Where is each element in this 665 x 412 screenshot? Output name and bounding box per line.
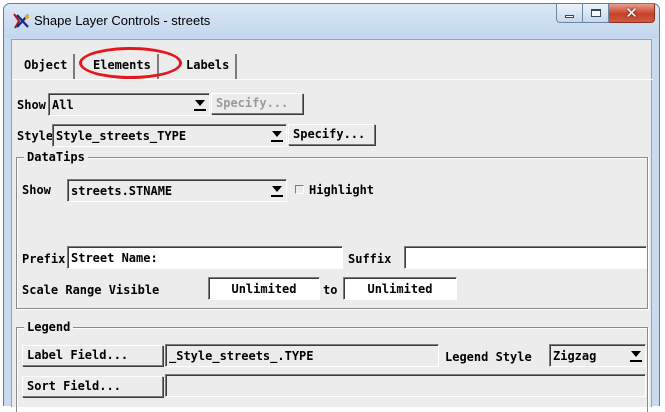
app-icon: [13, 13, 29, 29]
chevron-down-icon: [194, 97, 207, 112]
prefix-label: Prefix: [22, 252, 66, 266]
chevron-down-icon: [271, 183, 284, 198]
sort-field-button[interactable]: Sort Field...: [22, 376, 163, 397]
scale-range-label: Scale Range Visible: [22, 283, 160, 297]
style-specify-button[interactable]: Specify...: [288, 124, 375, 145]
style-value: Style_streets_TYPE: [56, 129, 187, 143]
scale-max-input[interactable]: Unlimited: [343, 277, 457, 300]
legend-title: Legend: [24, 320, 74, 334]
suffix-label: Suffix: [348, 252, 392, 266]
legend-style-dropdown[interactable]: Zigzag: [549, 344, 646, 367]
show-dropdown[interactable]: All: [48, 93, 210, 116]
tab-elements[interactable]: Elements: [87, 54, 159, 79]
maximize-button[interactable]: [583, 4, 609, 23]
style-dropdown[interactable]: Style_streets_TYPE: [52, 124, 287, 147]
scale-min-input[interactable]: Unlimited: [208, 277, 320, 300]
datatips-title: DataTips: [24, 150, 88, 164]
close-icon: ✕: [625, 3, 638, 22]
window-title: Shape Layer Controls - streets: [34, 13, 211, 28]
legend-group: [16, 327, 648, 412]
title-bar[interactable]: Shape Layer Controls - streets ✕: [4, 4, 659, 38]
style-label: Style: [17, 129, 54, 143]
tab-divider: [12, 79, 653, 80]
client-area: Object Elements Labels Show All Specify.…: [11, 39, 653, 412]
legend-style-label: Legend Style: [445, 350, 532, 364]
minimize-icon: [565, 15, 574, 18]
label-field-value: _Style_streets_.TYPE: [165, 344, 439, 367]
maximize-icon: [590, 9, 601, 17]
show-label: Show: [17, 98, 46, 112]
tab-labels[interactable]: Labels: [180, 54, 238, 79]
minimize-button[interactable]: [556, 4, 583, 23]
shape-layer-controls-window: Shape Layer Controls - streets ✕ Object …: [3, 3, 660, 412]
prefix-input[interactable]: Street Name:: [67, 246, 343, 269]
label-field-button[interactable]: Label Field...: [22, 345, 163, 366]
show-specify-button[interactable]: Specify...: [211, 93, 303, 114]
chevron-down-icon: [630, 348, 643, 363]
datatips-show-dropdown[interactable]: streets.STNAME: [67, 179, 287, 202]
tab-object[interactable]: Object: [18, 54, 76, 79]
highlight-label: Highlight: [309, 183, 375, 197]
show-value: All: [52, 98, 74, 112]
highlight-checkbox[interactable]: [295, 185, 304, 194]
datatips-show-label: Show: [22, 183, 51, 197]
window-controls: ✕: [556, 4, 655, 25]
datatips-show-value: streets.STNAME: [71, 184, 173, 198]
chevron-down-icon: [271, 128, 284, 143]
legend-style-value: Zigzag: [553, 349, 597, 363]
close-button[interactable]: ✕: [609, 4, 655, 23]
sort-field-value: [165, 374, 646, 397]
to-label: to: [323, 283, 338, 297]
suffix-input[interactable]: [404, 246, 647, 269]
